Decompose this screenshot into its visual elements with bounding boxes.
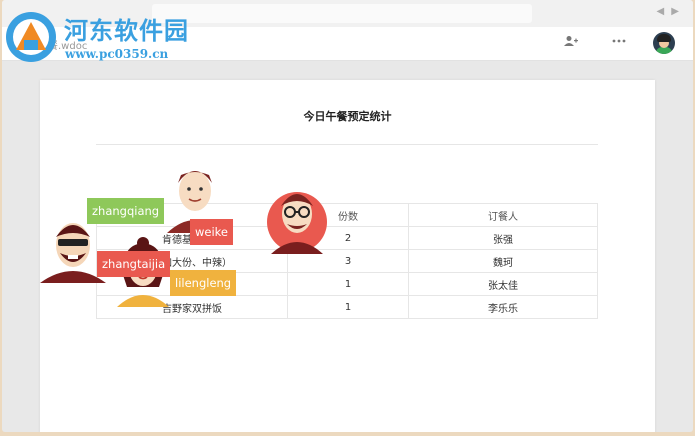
table-cell[interactable]: 李乐乐 xyxy=(408,295,598,319)
watermark-title: 河东软件园 xyxy=(64,16,189,45)
add-user-icon[interactable] xyxy=(564,35,578,50)
table-cell[interactable]: 1 xyxy=(287,272,409,296)
table-cell[interactable]: 张太佳 xyxy=(408,272,598,296)
tab-strip[interactable] xyxy=(152,4,532,23)
more-dots-icon[interactable] xyxy=(612,35,626,50)
table-cell[interactable]: 1 xyxy=(287,295,409,319)
collaborator-avatar-icon xyxy=(267,192,327,254)
nav-arrows[interactable]: ◀ ▶ xyxy=(656,6,681,17)
collaborator-name: zhangtaijia xyxy=(102,257,166,271)
collaborator-name-tag: zhangqiang xyxy=(87,198,165,224)
collaborator-name: lilengleng xyxy=(175,276,232,290)
watermark-url: www.pc0359.cn xyxy=(65,47,169,61)
collaborator-name-tag: weike xyxy=(190,219,234,245)
collaborator-name-tag: lilengleng xyxy=(170,270,237,296)
column-header: 订餐人 xyxy=(408,203,598,227)
table-cell[interactable]: 魏珂 xyxy=(408,249,598,273)
title-divider xyxy=(96,144,598,145)
collaborator-name-tag: zhangtaijia xyxy=(97,251,171,277)
document-title: 今日午餐预定统计 xyxy=(303,110,392,123)
user-avatar[interactable] xyxy=(653,32,675,54)
collaborator-name: zhangqiang xyxy=(92,204,160,218)
collaborator-name: weike xyxy=(195,225,229,239)
logo-icon xyxy=(6,12,56,62)
table-cell[interactable]: 张强 xyxy=(408,226,598,250)
